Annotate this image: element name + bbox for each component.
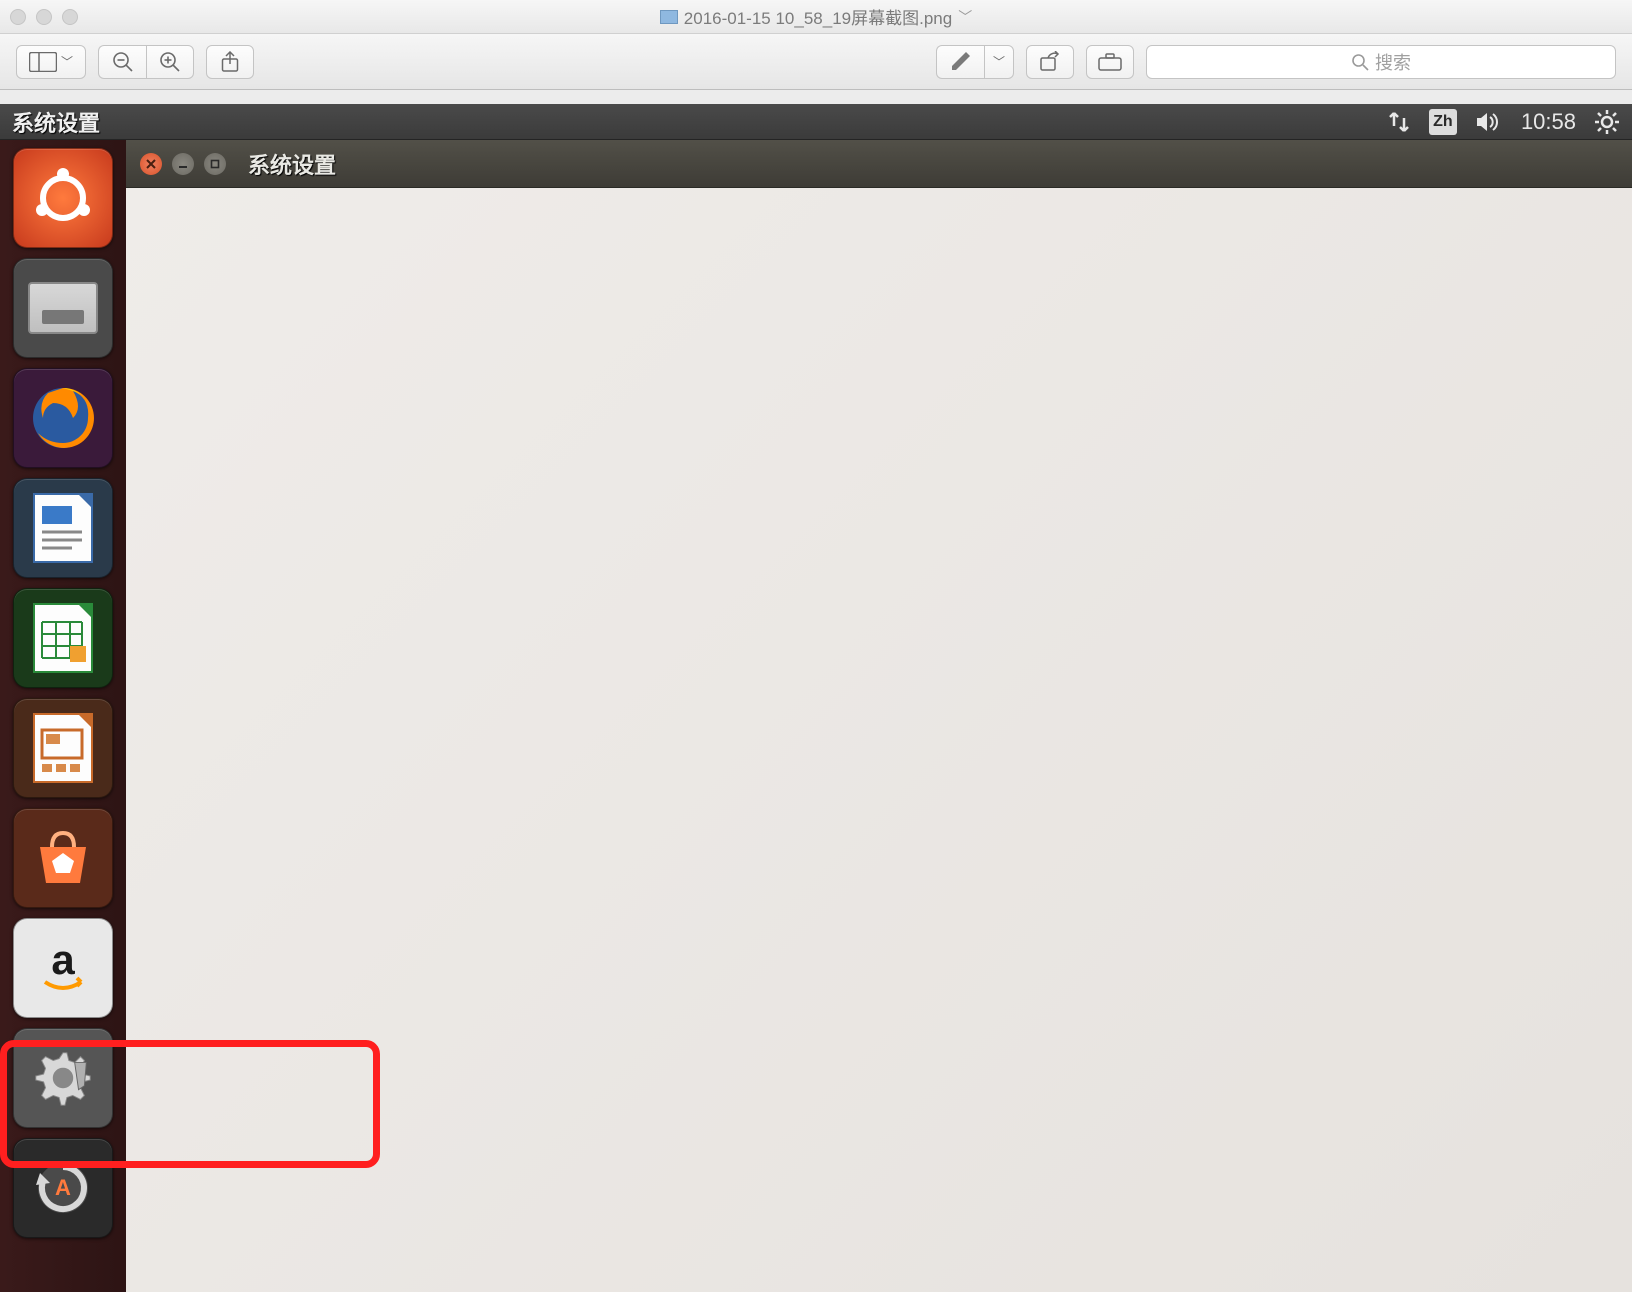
ime-indicator[interactable]: Zh: [1429, 109, 1457, 135]
mac-close-button[interactable]: [10, 9, 26, 25]
zoom-group: [98, 45, 194, 79]
window-title: 系统设置: [248, 148, 336, 180]
svg-text:a: a: [51, 938, 75, 983]
mac-window-title: 2016-01-15 10_58_19屏幕截图.png ﹀: [0, 4, 1632, 29]
sidebar-icon: [29, 52, 57, 72]
zoom-out-button[interactable]: [98, 45, 146, 79]
unity-top-panel: 系统设置 Zh 10:58: [0, 104, 1632, 140]
launcher-amazon[interactable]: a: [13, 918, 113, 1018]
share-button[interactable]: [206, 45, 254, 79]
toolbox-icon: [1097, 52, 1123, 72]
search-field[interactable]: 搜索: [1146, 45, 1616, 79]
launcher-calc[interactable]: [13, 588, 113, 688]
chevron-down-icon: ﹀: [993, 53, 1005, 70]
zoom-in-button[interactable]: [146, 45, 194, 79]
mac-toolbar: ﹀ ﹀ 搜索: [0, 34, 1632, 90]
settings-icon: [28, 1043, 98, 1113]
close-icon: [146, 159, 156, 169]
mac-titlebar: 2016-01-15 10_58_19屏幕截图.png ﹀: [0, 0, 1632, 34]
launcher-impress[interactable]: [13, 698, 113, 798]
amazon-icon: a: [28, 933, 98, 1003]
launcher-software-center[interactable]: [13, 808, 113, 908]
minimize-icon: [178, 159, 188, 169]
clock-indicator[interactable]: 10:58: [1521, 109, 1576, 135]
software-center-icon: [28, 823, 98, 893]
settings-content: [126, 188, 1632, 1292]
chevron-down-icon[interactable]: ﹀: [958, 7, 972, 27]
writer-icon: [28, 493, 98, 563]
search-icon: [1351, 53, 1369, 71]
sidebar-toggle-button[interactable]: ﹀: [16, 45, 86, 79]
svg-text:A: A: [55, 1175, 71, 1200]
ubuntu-desktop: 系统设置 Zh 10:58: [0, 104, 1632, 1292]
volume-icon: [1475, 110, 1503, 134]
mac-zoom-button[interactable]: [62, 9, 78, 25]
image-file-icon: [660, 10, 678, 24]
markup-group: ﹀: [936, 45, 1014, 79]
search-placeholder: 搜索: [1375, 49, 1411, 75]
zoom-out-icon: [112, 51, 134, 73]
pencil-icon: [950, 52, 972, 72]
session-indicator[interactable]: [1594, 109, 1620, 135]
ubuntu-logo-icon: [28, 163, 98, 233]
share-icon: [220, 51, 240, 73]
launcher-firefox[interactable]: [13, 368, 113, 468]
network-indicator[interactable]: [1387, 110, 1411, 134]
mac-window-controls: [10, 9, 78, 25]
settings-titlebar[interactable]: 系统设置: [126, 140, 1632, 188]
rotate-icon: [1038, 51, 1062, 73]
ime-label: Zh: [1433, 113, 1453, 131]
calc-icon: [28, 603, 98, 673]
markup-menu-button[interactable]: ﹀: [984, 45, 1014, 79]
markup-button[interactable]: [936, 45, 984, 79]
firefox-icon: [28, 383, 98, 453]
panel-app-title: 系统设置: [12, 106, 100, 138]
launcher-system-settings[interactable]: [13, 1028, 113, 1128]
launcher-files[interactable]: [13, 258, 113, 358]
mac-title-text: 2016-01-15 10_58_19屏幕截图.png: [684, 4, 952, 29]
launcher-writer[interactable]: [13, 478, 113, 578]
launcher-dash[interactable]: [13, 148, 113, 248]
launcher-software-updater[interactable]: A: [13, 1138, 113, 1238]
files-icon: [28, 273, 98, 343]
rotate-button[interactable]: [1026, 45, 1074, 79]
network-icon: [1387, 110, 1411, 134]
window-close-button[interactable]: [140, 153, 162, 175]
window-maximize-button[interactable]: [204, 153, 226, 175]
window-minimize-button[interactable]: [172, 153, 194, 175]
updater-icon: A: [28, 1153, 98, 1223]
settings-window: 系统设置: [126, 140, 1632, 1292]
chevron-down-icon: ﹀: [61, 53, 73, 70]
zoom-in-icon: [159, 51, 181, 73]
gear-icon: [1594, 109, 1620, 135]
edit-toolbar-button[interactable]: [1086, 45, 1134, 79]
sound-indicator[interactable]: [1475, 110, 1503, 134]
maximize-icon: [210, 159, 220, 169]
mac-minimize-button[interactable]: [36, 9, 52, 25]
impress-icon: [28, 713, 98, 783]
panel-indicators: Zh 10:58: [1387, 109, 1620, 135]
clock-text: 10:58: [1521, 109, 1576, 135]
unity-launcher: a A: [0, 140, 126, 1292]
